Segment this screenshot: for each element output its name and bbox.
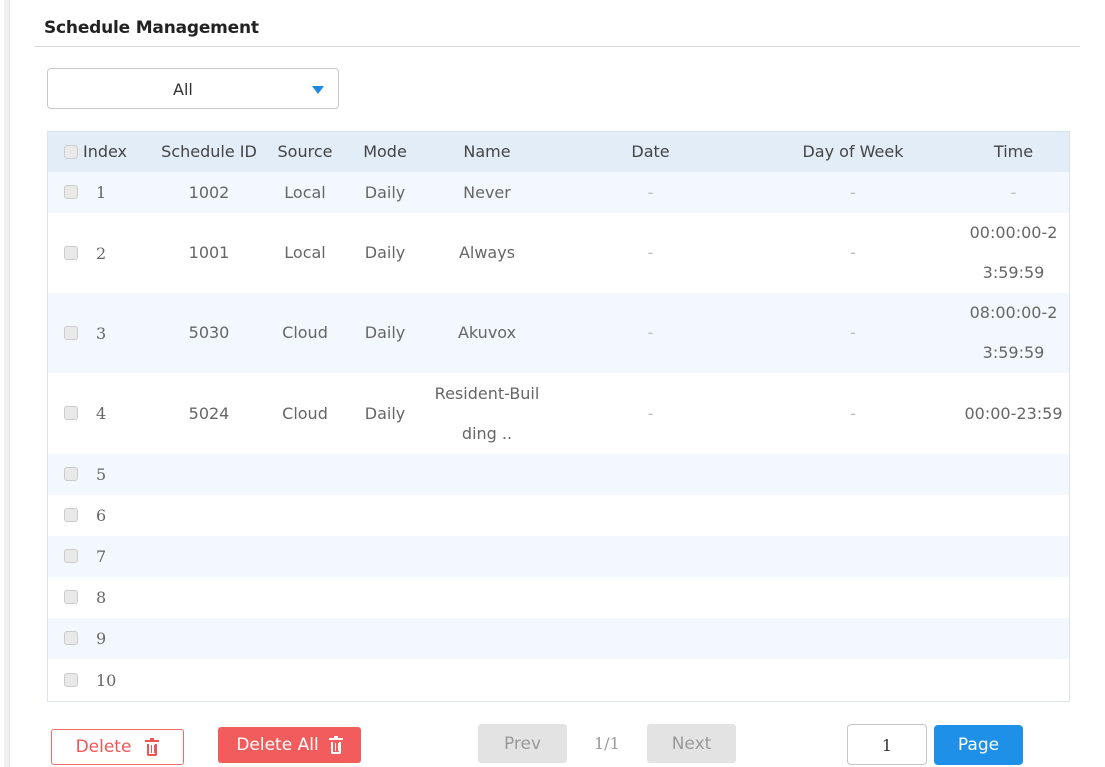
delete-button-label: Delete (75, 737, 132, 757)
cell-mode: Daily (364, 323, 406, 342)
header-name: Name (463, 142, 511, 161)
table-row[interactable]: 6 (48, 495, 1069, 536)
row-index: 3 (96, 324, 107, 343)
cell-time: 00:00:00-2 3:59:59 (941, 213, 1086, 293)
left-border (4, 0, 10, 767)
cell-source: Local (284, 182, 326, 202)
cell-day-of-week: - (850, 182, 856, 202)
row-index: 1 (96, 183, 107, 202)
cell-schedule-id: 5024 (188, 403, 230, 423)
table-row[interactable]: 2 1001 Local Daily Always - - 00:00:00-2… (48, 213, 1069, 293)
table-row[interactable]: 7 (48, 536, 1069, 577)
cell-mode: Daily (364, 243, 406, 262)
cell-name: Akuvox (457, 323, 517, 342)
cell-date: - (647, 182, 654, 202)
cell-date: - (647, 323, 654, 342)
table-row[interactable]: 9 (48, 618, 1069, 659)
table-row[interactable]: 8 (48, 577, 1069, 618)
row-checkbox[interactable] (64, 631, 78, 645)
cell-day-of-week: - (850, 243, 856, 262)
select-all-checkbox[interactable] (64, 145, 78, 159)
next-button[interactable]: Next (647, 724, 736, 763)
row-checkbox[interactable] (64, 185, 78, 199)
cell-name: Resident-Buil ding .. (422, 373, 552, 454)
row-index: 5 (96, 465, 107, 484)
cell-schedule-id: 1001 (188, 243, 230, 262)
header-day-of-week: Day of Week (802, 142, 904, 161)
trash-icon (328, 735, 343, 754)
cell-source: Local (284, 243, 326, 262)
table-row[interactable]: 10 (48, 659, 1069, 701)
header-index: Index (82, 142, 128, 161)
row-checkbox[interactable] (64, 508, 78, 522)
go-to-page-button[interactable]: Page (934, 725, 1023, 765)
header-mode: Mode (363, 142, 407, 161)
row-index: 7 (96, 547, 107, 566)
row-checkbox[interactable] (64, 590, 78, 604)
header-date: Date (631, 142, 670, 161)
table-row[interactable]: 5 (48, 454, 1069, 495)
delete-button[interactable]: Delete (51, 729, 184, 765)
row-index: 8 (96, 588, 107, 607)
cell-schedule-id: 1002 (188, 182, 230, 202)
trash-icon (145, 737, 160, 756)
cell-day-of-week: - (850, 323, 856, 342)
title-divider (34, 46, 1080, 47)
row-checkbox[interactable] (64, 673, 78, 687)
table-row[interactable]: 4 5024 Cloud Daily Resident-Buil ding ..… (48, 373, 1069, 454)
cell-day-of-week: - (850, 403, 856, 423)
cell-name: Always (458, 243, 516, 262)
cell-time-line: 08:00:00-2 (969, 303, 1058, 322)
table-header-row: Index Schedule ID Source Mode Name Date … (48, 132, 1069, 172)
schedule-filter-value: All (173, 80, 193, 99)
row-index: 6 (96, 506, 107, 525)
page-number-input[interactable]: 1 (847, 724, 927, 765)
row-checkbox[interactable] (64, 326, 78, 340)
page-info: 1/1 (594, 734, 620, 753)
prev-button[interactable]: Prev (478, 724, 567, 763)
cell-source: Cloud (282, 323, 328, 342)
cell-mode: Daily (364, 403, 406, 423)
row-checkbox[interactable] (64, 549, 78, 563)
schedule-table: Index Schedule ID Source Mode Name Date … (47, 131, 1070, 702)
row-checkbox[interactable] (64, 246, 78, 260)
table-row[interactable]: 1 1002 Local Daily Never - - - (48, 172, 1069, 213)
schedule-filter-select[interactable]: All (47, 68, 339, 109)
cell-time-line: 3:59:59 (982, 343, 1045, 362)
row-checkbox[interactable] (64, 406, 78, 420)
cell-name-line: ding .. (461, 423, 513, 443)
cell-time-line: 3:59:59 (982, 263, 1045, 282)
cell-date: - (647, 403, 654, 423)
header-schedule-id: Schedule ID (161, 142, 257, 161)
cell-date: - (647, 243, 654, 262)
cell-time: 08:00:00-2 3:59:59 (941, 293, 1086, 373)
cell-time-line: 00:00:00-2 (969, 223, 1058, 242)
cell-mode: Daily (364, 182, 406, 202)
row-checkbox[interactable] (64, 467, 78, 481)
caret-down-icon (312, 86, 324, 94)
cell-time: - (1010, 182, 1017, 202)
header-time: Time (993, 142, 1034, 161)
row-index: 2 (96, 244, 107, 263)
delete-all-button[interactable]: Delete All (218, 727, 361, 763)
row-index: 10 (96, 671, 117, 690)
cell-schedule-id: 5030 (188, 323, 230, 342)
row-index: 9 (96, 629, 107, 648)
delete-all-button-label: Delete All (236, 735, 319, 755)
table-row[interactable]: 3 5030 Cloud Daily Akuvox - - 08:00:00-2… (48, 293, 1069, 373)
cell-name-line: Resident-Buil (434, 383, 540, 403)
cell-time: 00:00-23:59 (964, 403, 1063, 423)
cell-name: Never (463, 182, 511, 202)
row-index: 4 (96, 404, 107, 423)
page-title: Schedule Management (44, 18, 259, 38)
header-source: Source (277, 142, 333, 161)
cell-source: Cloud (282, 403, 328, 423)
